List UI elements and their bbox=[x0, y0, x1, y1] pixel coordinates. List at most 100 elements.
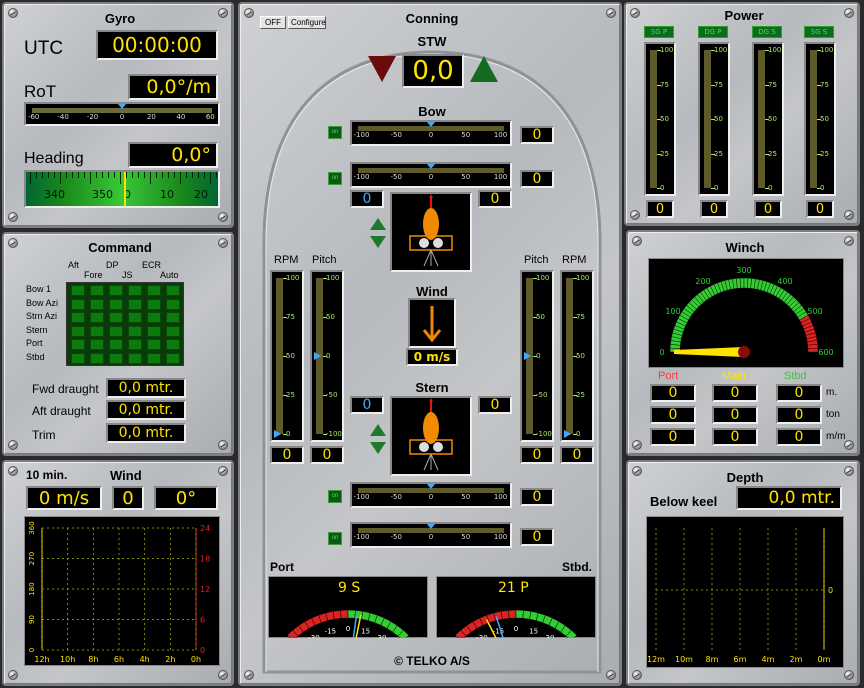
command-grid-cell[interactable] bbox=[71, 285, 85, 296]
winch-tick-label: 100 bbox=[665, 307, 680, 316]
command-grid-cell[interactable] bbox=[147, 352, 161, 364]
stern-thruster1-on-button[interactable]: on bbox=[328, 490, 342, 503]
port-rpm-label: RPM bbox=[274, 254, 299, 266]
screw bbox=[844, 670, 854, 680]
rudder-arc-segment bbox=[340, 609, 349, 619]
wind-right-tick: 18 bbox=[200, 555, 210, 564]
depth-panel: Depth Below keel 0,0 mtr. 0 12m 10m 8m 6m 4m 2… bbox=[626, 460, 860, 686]
rot-label: RoT bbox=[24, 82, 57, 101]
command-grid-cell[interactable] bbox=[166, 312, 180, 323]
stern-steer-arrows-icon[interactable] bbox=[370, 424, 386, 454]
ahead-arrow-icon[interactable] bbox=[470, 56, 498, 82]
wind-history-panel: 10 min. Wind 0 m/s 0 0° 360 270 180 90 0 24 18… bbox=[2, 460, 234, 686]
rot-tick-label: -40 bbox=[57, 113, 69, 121]
wind-right-tick: 24 bbox=[200, 524, 210, 533]
command-grid-cell[interactable] bbox=[90, 339, 104, 350]
compass-tick-mark bbox=[150, 172, 151, 184]
scale-pointer bbox=[427, 524, 435, 529]
scale-tick-label: 50 bbox=[461, 131, 471, 139]
command-grid-cell[interactable] bbox=[166, 325, 180, 337]
winch-stbd-value: 0 bbox=[776, 406, 822, 424]
command-grid-cell[interactable] bbox=[128, 339, 142, 350]
winch-unit-label: ton bbox=[826, 409, 840, 420]
command-grid-cell[interactable] bbox=[109, 312, 123, 323]
command-grid-cell[interactable] bbox=[90, 312, 104, 323]
command-grid-cell[interactable] bbox=[166, 285, 180, 296]
command-col-label: Fore bbox=[84, 270, 103, 280]
command-grid-cell[interactable] bbox=[71, 352, 85, 364]
command-grid-cell[interactable] bbox=[90, 325, 104, 337]
bow-thruster2-on-button[interactable]: on bbox=[328, 172, 342, 185]
command-grid-cell[interactable] bbox=[90, 352, 104, 364]
command-grid-cell[interactable] bbox=[147, 312, 161, 323]
port-label: Port bbox=[270, 560, 294, 574]
compass-tick-mark bbox=[96, 172, 97, 178]
trim-display: 0,0 mtr. bbox=[106, 423, 186, 443]
compass-tick-mark bbox=[120, 172, 121, 184]
command-grid-cell[interactable] bbox=[166, 352, 180, 364]
wind-label: Wind bbox=[416, 284, 448, 299]
bar-tick-label: 50 bbox=[536, 313, 545, 321]
command-grid-cell[interactable] bbox=[128, 298, 142, 310]
power-bar: 100 75 50 25 0 bbox=[804, 42, 836, 196]
command-grid-cell[interactable] bbox=[147, 339, 161, 350]
command-grid-cell[interactable] bbox=[128, 312, 142, 323]
scale-pointer bbox=[427, 164, 435, 169]
command-grid-cell[interactable] bbox=[109, 325, 123, 337]
command-grid-cell[interactable] bbox=[128, 352, 142, 364]
command-grid-cell[interactable] bbox=[166, 339, 180, 350]
winch-arc-segment bbox=[739, 277, 745, 289]
stbd-rpm-value: 0 bbox=[560, 446, 594, 464]
power-tick-label: 50 bbox=[820, 115, 829, 123]
command-grid-cell[interactable] bbox=[71, 325, 85, 337]
wind-arrow-icon bbox=[422, 306, 442, 343]
command-grid-cell[interactable] bbox=[71, 298, 85, 310]
command-grid-cell[interactable] bbox=[71, 339, 85, 350]
winch-stbd-value: 0 bbox=[776, 428, 822, 446]
stern-thruster2-on-button[interactable]: on bbox=[328, 532, 342, 545]
command-grid-cell[interactable] bbox=[109, 285, 123, 296]
command-grid-cell[interactable] bbox=[71, 312, 85, 323]
wind-left-tick: 0 bbox=[28, 648, 36, 652]
aft-draught-display: 0,0 mtr. bbox=[106, 400, 186, 420]
bar-tick-label: 100 bbox=[576, 274, 590, 282]
bow-label: Bow bbox=[418, 104, 446, 119]
bow-steer-arrows-icon[interactable] bbox=[370, 218, 386, 248]
wind-left-tick: 90 bbox=[28, 615, 36, 624]
compass-tick-mark bbox=[168, 172, 169, 178]
command-grid-cell[interactable] bbox=[90, 285, 104, 296]
bar-pointer bbox=[524, 352, 531, 360]
wind-value-display: 0 bbox=[112, 486, 144, 510]
power-value: 0 bbox=[806, 200, 834, 218]
scale-tick-label: -50 bbox=[390, 493, 402, 501]
stern-thruster1-value: 0 bbox=[520, 488, 554, 506]
command-grid-cell[interactable] bbox=[109, 352, 123, 364]
command-grid-cell[interactable] bbox=[166, 298, 180, 310]
command-grid-cell[interactable] bbox=[128, 285, 142, 296]
command-grid-cell[interactable] bbox=[109, 298, 123, 310]
bar-tick-label: 0 bbox=[326, 352, 331, 360]
command-grid-cell[interactable] bbox=[128, 325, 142, 337]
rudder-tick-label: 15 bbox=[529, 627, 538, 635]
scale-tick-label: -50 bbox=[390, 173, 402, 181]
stern-azi-left-value: 0 bbox=[350, 396, 384, 414]
power-tick-label: 100 bbox=[768, 46, 782, 54]
command-grid-cell[interactable] bbox=[147, 325, 161, 337]
wind-history-title: Wind bbox=[110, 468, 142, 483]
power-tick-label: 100 bbox=[820, 46, 834, 54]
power-generator-label: SG P bbox=[644, 26, 674, 38]
winch-needle-hub bbox=[738, 346, 750, 358]
command-grid-cell[interactable] bbox=[147, 285, 161, 296]
command-grid-cell[interactable] bbox=[90, 298, 104, 310]
command-grid-cell[interactable] bbox=[109, 339, 123, 350]
bow-thruster1-on-button[interactable]: on bbox=[328, 126, 342, 139]
command-grid-cell[interactable] bbox=[147, 298, 161, 310]
command-row-label: Port bbox=[26, 338, 43, 348]
command-col-label: JS bbox=[122, 270, 133, 280]
rudder-arc-segment bbox=[500, 610, 510, 620]
port-rudder-value: 9 S bbox=[338, 580, 361, 596]
port-rpm-value: 0 bbox=[270, 446, 304, 464]
power-tick-label: 25 bbox=[660, 149, 669, 158]
winch-arc-segment bbox=[807, 347, 819, 353]
compass-tick-mark bbox=[54, 172, 55, 178]
